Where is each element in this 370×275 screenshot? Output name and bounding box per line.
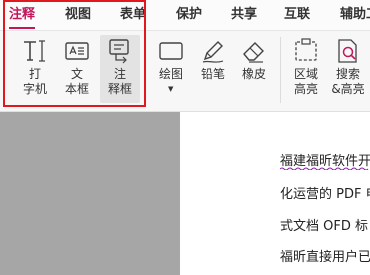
drawing-button[interactable]: 绘图 ▼ — [153, 35, 189, 103]
pencil-icon — [202, 41, 224, 63]
tab-accessibility[interactable]: 辅助工 — [340, 6, 370, 24]
area-highlight-label: 区域 高亮 — [293, 67, 318, 96]
area-highlight-icon — [295, 38, 317, 61]
page-margin-area — [0, 112, 180, 275]
pencil-label: 铅笔 — [200, 67, 225, 81]
document-line: 福昕直接用户已 — [280, 250, 370, 265]
tab-connect[interactable]: 互联 — [284, 6, 310, 24]
area-highlight-button[interactable]: 区域 高亮 — [288, 35, 324, 103]
drawing-label: 绘图 — [158, 67, 183, 81]
pencil-button[interactable]: 铅笔 — [195, 35, 231, 103]
document-line: 式文档 OFD 标 — [280, 219, 368, 234]
eraser-icon — [243, 42, 264, 63]
tab-protect[interactable]: 保护 — [176, 6, 202, 24]
eraser-label: 橡皮 — [241, 67, 266, 81]
tools-highlight-box — [3, 0, 146, 107]
search-highlight-button[interactable]: 搜索 &高亮 — [330, 35, 366, 103]
rectangle-icon — [159, 42, 183, 60]
search-highlight-label: 搜索 &高亮 — [331, 67, 365, 96]
spellcheck-underline — [280, 167, 369, 170]
document-line: 化运营的 PDF 电 — [280, 187, 370, 202]
document-page[interactable]: 福建福昕软件开 化运营的 PDF 电 式文档 OFD 标 福昕直接用户已 — [180, 112, 370, 275]
drawing-dropdown-caret-icon[interactable]: ▼ — [168, 85, 173, 93]
tab-share[interactable]: 共享 — [231, 6, 257, 24]
search-highlight-icon — [338, 39, 357, 63]
ribbon-separator — [280, 37, 281, 103]
eraser-button[interactable]: 橡皮 — [236, 35, 272, 103]
